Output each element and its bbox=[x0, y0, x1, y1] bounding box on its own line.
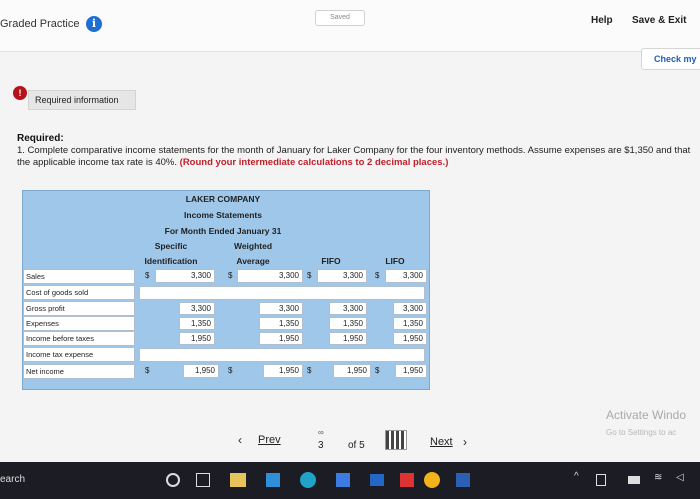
chrome-icon[interactable] bbox=[424, 472, 440, 488]
device-icon[interactable] bbox=[596, 474, 606, 486]
row-label-income-before-taxes: Income before taxes bbox=[23, 331, 135, 346]
income-before-taxes-specific-input[interactable]: 1,950 bbox=[179, 332, 215, 345]
statement-period: For Month Ended January 31 bbox=[164, 226, 282, 236]
row-label-expenses: Expenses bbox=[23, 316, 135, 331]
net-income-fifo-input[interactable]: 1,950 bbox=[333, 364, 371, 378]
link-icon: ∞ bbox=[318, 428, 324, 437]
required-instructions: 1. Complete comparative income statement… bbox=[17, 145, 700, 169]
col-specific-line1: Specific bbox=[154, 241, 188, 251]
expenses-specific-input[interactable]: 1,350 bbox=[179, 317, 215, 330]
app-icon[interactable] bbox=[336, 473, 350, 487]
prev-button[interactable]: Prev bbox=[258, 434, 281, 446]
required-heading: Required: bbox=[17, 133, 64, 144]
row-label-sales: Sales bbox=[23, 269, 135, 284]
activate-windows-watermark: Activate Windo bbox=[606, 408, 687, 422]
check-my-work-button[interactable]: Check my bbox=[641, 48, 700, 70]
row-label-cogs: Cost of goods sold bbox=[23, 285, 135, 300]
income-before-taxes-weighted-input[interactable]: 1,950 bbox=[259, 332, 303, 345]
save-exit-button[interactable]: Save & Exit bbox=[632, 15, 686, 26]
sales-lifo-input[interactable]: 3,300 bbox=[385, 269, 427, 283]
saved-status: Saved bbox=[315, 10, 365, 26]
rounding-instruction: (Round your intermediate calculations to… bbox=[179, 157, 449, 168]
dollar-sign: $ bbox=[375, 366, 380, 375]
help-button[interactable]: Help bbox=[591, 15, 613, 26]
row-label-gross-profit: Gross profit bbox=[23, 301, 135, 316]
statement-title: Income Statements bbox=[184, 210, 262, 220]
taskbar-search[interactable]: earch bbox=[0, 474, 25, 485]
col-lifo: LIFO bbox=[385, 256, 405, 266]
activate-windows-subtitle: Go to Settings to ac bbox=[606, 428, 677, 437]
dollar-sign: $ bbox=[228, 366, 233, 375]
col-specific-line2: Identification bbox=[144, 256, 198, 266]
dollar-sign: $ bbox=[228, 271, 233, 280]
col-weighted-line1: Weighted bbox=[233, 241, 273, 251]
dollar-sign: $ bbox=[145, 366, 150, 375]
sales-specific-input[interactable]: 3,300 bbox=[155, 269, 215, 283]
store-icon[interactable] bbox=[266, 473, 280, 487]
row-label-income-tax: Income tax expense bbox=[23, 347, 135, 362]
chevron-right-icon[interactable]: › bbox=[463, 435, 467, 449]
battery-icon[interactable] bbox=[628, 476, 640, 484]
expenses-lifo-input[interactable]: 1,350 bbox=[393, 317, 427, 330]
company-name: LAKER COMPANY bbox=[185, 194, 261, 204]
income-before-taxes-lifo-input[interactable]: 1,950 bbox=[393, 332, 427, 345]
net-income-lifo-input[interactable]: 1,950 bbox=[395, 364, 427, 378]
gross-profit-weighted-input[interactable]: 3,300 bbox=[259, 302, 303, 315]
sales-weighted-input[interactable]: 3,300 bbox=[237, 269, 303, 283]
net-income-weighted-input[interactable]: 1,950 bbox=[263, 364, 303, 378]
wifi-icon[interactable]: ≋ bbox=[654, 472, 672, 490]
income-tax-input-row[interactable] bbox=[139, 348, 425, 362]
income-statement-table: LAKER COMPANY Income Statements For Mont… bbox=[22, 190, 430, 390]
alert-icon: ! bbox=[13, 86, 27, 100]
expenses-fifo-input[interactable]: 1,350 bbox=[329, 317, 367, 330]
income-before-taxes-fifo-input[interactable]: 1,950 bbox=[329, 332, 367, 345]
page-total: of 5 bbox=[348, 440, 365, 451]
net-income-specific-input[interactable]: 1,950 bbox=[183, 364, 219, 378]
question-pager: ‹ Prev ∞ 3 of 5 Next › bbox=[230, 426, 490, 454]
mail-icon[interactable] bbox=[370, 474, 384, 486]
grid-icon[interactable] bbox=[385, 430, 407, 450]
required-information-tab[interactable]: Required information bbox=[28, 90, 136, 110]
taskbar: earch ^ ≋ ◁ bbox=[0, 462, 700, 499]
word-icon[interactable] bbox=[456, 473, 470, 487]
col-weighted-line2: Average bbox=[236, 256, 270, 266]
gross-profit-specific-input[interactable]: 3,300 bbox=[179, 302, 215, 315]
expenses-weighted-input[interactable]: 1,350 bbox=[259, 317, 303, 330]
row-label-net-income: Net income bbox=[23, 364, 135, 379]
chevron-up-icon[interactable]: ^ bbox=[574, 471, 592, 489]
office-icon[interactable] bbox=[400, 473, 414, 487]
next-button[interactable]: Next bbox=[430, 436, 453, 448]
gross-profit-lifo-input[interactable]: 3,300 bbox=[393, 302, 427, 315]
chevron-left-icon[interactable]: ‹ bbox=[238, 433, 242, 447]
info-icon[interactable]: i bbox=[86, 16, 102, 32]
dollar-sign: $ bbox=[375, 271, 380, 280]
sales-fifo-input[interactable]: 3,300 bbox=[317, 269, 367, 283]
gross-profit-fifo-input[interactable]: 3,300 bbox=[329, 302, 367, 315]
volume-icon[interactable]: ◁ bbox=[676, 472, 694, 490]
task-view-icon[interactable] bbox=[196, 473, 210, 487]
cogs-input-row[interactable] bbox=[139, 286, 425, 300]
assignment-title: Graded Practice bbox=[0, 18, 80, 30]
cortana-icon[interactable] bbox=[166, 473, 180, 487]
file-explorer-icon[interactable] bbox=[230, 473, 246, 487]
dollar-sign: $ bbox=[307, 366, 312, 375]
edge-icon[interactable] bbox=[300, 472, 316, 488]
dollar-sign: $ bbox=[307, 271, 312, 280]
dollar-sign: $ bbox=[145, 271, 150, 280]
col-fifo: FIFO bbox=[321, 256, 341, 266]
current-page: 3 bbox=[318, 440, 324, 451]
top-bar: Graded Practice i Saved Help Save & Exit bbox=[0, 0, 700, 52]
